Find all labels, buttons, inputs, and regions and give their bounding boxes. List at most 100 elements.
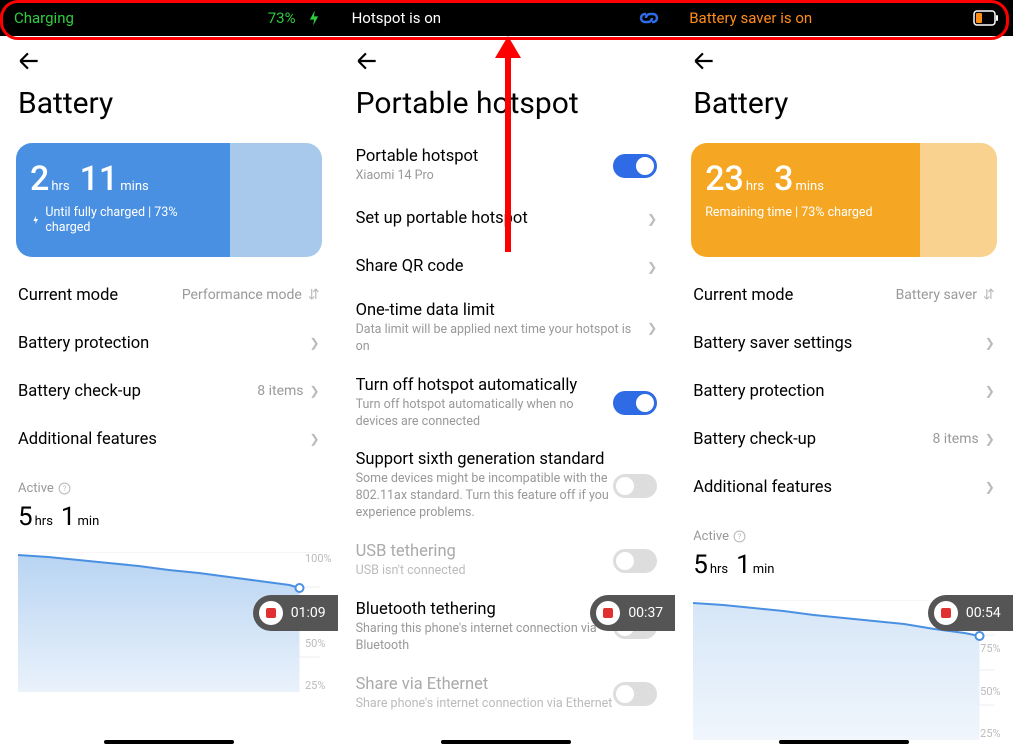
item-title: Battery check-up <box>693 430 932 449</box>
phone-1-battery-charging: Charging 73% Battery 2 hrs 11 mins Until… <box>0 0 338 750</box>
toggle <box>613 682 657 706</box>
screen-record-pill[interactable]: 00:37 <box>590 595 675 631</box>
list-item[interactable]: Portable hotspot Xiaomi 14 Pro <box>338 137 676 195</box>
screen-record-pill[interactable]: 00:54 <box>928 595 1013 631</box>
item-subtitle: Sharing this phone's internet connection… <box>356 621 614 655</box>
item-title: Current mode <box>693 286 895 305</box>
list-item[interactable]: Current modePerformance mode ⇵ <box>0 271 338 319</box>
list-item[interactable]: Battery protection❯ <box>0 319 338 367</box>
list-item[interactable]: One-time data limitData limit will be ap… <box>338 291 676 366</box>
chevron-right-icon: ❯ <box>310 336 320 350</box>
stop-record-icon[interactable] <box>934 601 958 625</box>
back-button[interactable] <box>0 36 338 82</box>
item-subtitle: Turn off hotspot automatically when no d… <box>356 397 614 431</box>
ylabel: 25% <box>305 679 332 692</box>
phone-2-hotspot: Hotspot is on Portable hotspot Portable … <box>338 0 676 750</box>
list-item[interactable]: Share QR code❯ <box>338 243 676 291</box>
item-subtitle: Xiaomi 14 Pro <box>356 168 614 185</box>
stop-record-icon[interactable] <box>596 601 620 625</box>
item-title: Battery check-up <box>18 382 257 401</box>
chevron-right-icon: ❯ <box>310 384 320 398</box>
list-item[interactable]: Support sixth generation standardSome de… <box>338 440 676 532</box>
item-title: USB tethering <box>356 542 614 561</box>
list-item[interactable]: Battery protection❯ <box>675 367 1013 415</box>
help-icon[interactable]: ? <box>58 482 71 495</box>
back-button[interactable] <box>675 36 1013 82</box>
card-min-n: 11 <box>80 159 119 199</box>
card-hrs-u: hrs <box>746 179 764 194</box>
card-hrs-n: 23 <box>705 159 744 199</box>
svg-text:?: ? <box>63 484 67 493</box>
chevron-right-icon: ❯ <box>985 480 995 494</box>
list-item[interactable]: Battery check-up8 items ❯ <box>675 415 1013 463</box>
item-title: Battery saver settings <box>693 334 985 353</box>
card-min-n: 3 <box>774 159 793 199</box>
list-item[interactable]: USB tetheringUSB isn't connected <box>338 532 676 590</box>
chevron-right-icon: ❯ <box>985 336 995 350</box>
active-min-n: 1 <box>61 502 76 532</box>
back-button[interactable] <box>338 36 676 82</box>
list-item[interactable]: Additional features❯ <box>675 463 1013 511</box>
back-arrow-icon <box>16 48 42 74</box>
list-item[interactable]: Battery check-up8 items❯ <box>0 367 338 415</box>
card-subtitle: Remaining time | 73% charged <box>705 205 872 220</box>
record-time: 00:54 <box>966 605 1001 621</box>
charge-card[interactable]: 2 hrs 11 mins Until fully charged | 73% … <box>16 143 322 257</box>
remaining-card[interactable]: 23 hrs 3 mins Remaining time | 73% charg… <box>691 143 997 257</box>
ylabel: 50% <box>305 637 332 650</box>
list-item[interactable]: Turn off hotspot automaticallyTurn off h… <box>338 366 676 441</box>
chevron-right-icon: ❯ <box>985 432 995 446</box>
item-subtitle: Data limit will be applied next time you… <box>356 322 648 356</box>
status-bar: Charging 73% <box>0 0 338 36</box>
item-title: Additional features <box>693 478 985 497</box>
home-indicator[interactable] <box>104 740 234 744</box>
active-min-u: min <box>78 514 100 529</box>
item-title: Current mode <box>18 286 182 305</box>
list-item[interactable]: Current modeBattery saver⇵ <box>675 271 1013 319</box>
phone-3-battery-saver: Battery saver is on Battery 23 hrs 3 min… <box>675 0 1013 750</box>
item-subtitle: Share phone's internet connection via Et… <box>356 696 614 713</box>
item-subtitle: Some devices might be incompatible with … <box>356 471 614 522</box>
status-text: Hotspot is on <box>352 9 638 27</box>
item-title: Portable hotspot <box>356 147 614 166</box>
battery-chart[interactable]: 100% 75% 50% 25% <box>0 552 338 712</box>
toggle[interactable] <box>613 154 657 178</box>
item-title: Share QR code <box>356 257 648 276</box>
list-item[interactable]: Set up portable hotspot❯ <box>338 195 676 243</box>
status-bar: Hotspot is on <box>338 0 676 36</box>
chevron-right-icon: ❯ <box>985 384 995 398</box>
list-item[interactable]: Battery saver settings❯ <box>675 319 1013 367</box>
battery-saver-icon <box>973 10 999 26</box>
active-hrs-n: 5 <box>18 502 33 532</box>
toggle <box>613 549 657 573</box>
ylabel: 50% <box>980 685 1007 698</box>
item-title: Share via Ethernet <box>356 675 614 694</box>
updown-icon: ⇵ <box>308 287 320 303</box>
battery-pct: 73% <box>268 9 296 27</box>
screen-record-pill[interactable]: 01:09 <box>253 595 338 631</box>
item-title: Set up portable hotspot <box>356 209 648 228</box>
card-subtitle: Until fully charged | 73% charged <box>45 205 216 235</box>
status-bar: Battery saver is on <box>675 0 1013 36</box>
trail-text: 8 items <box>932 431 978 447</box>
trail-text: Performance mode <box>182 287 302 303</box>
card-min-u: mins <box>120 179 148 194</box>
card-min-u: mins <box>795 179 823 194</box>
back-arrow-icon <box>691 48 717 74</box>
list-item[interactable]: Additional features❯ <box>0 415 338 463</box>
home-indicator[interactable] <box>441 740 571 744</box>
bolt-icon <box>304 8 324 28</box>
help-icon[interactable]: ? <box>733 530 746 543</box>
card-hrs-u: hrs <box>51 179 69 194</box>
toggle[interactable] <box>613 474 657 498</box>
stop-record-icon[interactable] <box>259 601 283 625</box>
trail-text: Battery saver <box>896 287 977 303</box>
list-item[interactable]: Share via Ethernet Share phone's internet… <box>338 665 676 723</box>
page-title: Portable hotspot <box>338 82 676 137</box>
chevron-right-icon: ❯ <box>647 260 657 274</box>
page-title: Battery <box>0 82 338 137</box>
toggle[interactable] <box>613 391 657 415</box>
home-indicator[interactable] <box>779 740 909 744</box>
page-title: Battery <box>675 82 1013 137</box>
status-text: Charging <box>14 9 268 27</box>
